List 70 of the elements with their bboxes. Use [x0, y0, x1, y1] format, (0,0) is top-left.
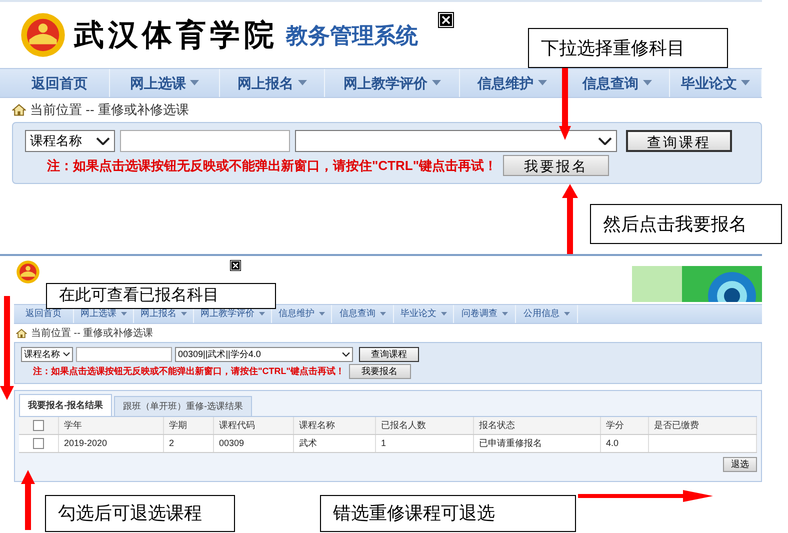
- warning-note: 注：如果点击选课按钮无反映或不能弹出新窗口，请按住"CTRL"键点击再试！: [33, 364, 345, 378]
- nav-item[interactable]: 信息维护: [278, 307, 324, 321]
- table-cell-text: 1: [381, 436, 386, 450]
- column-header: 学期: [164, 417, 214, 434]
- logo-icon: [20, 12, 66, 58]
- breadcrumb: 当前位置 -- 重修或补修选课: [30, 101, 189, 120]
- nav-item[interactable]: 网上选课: [80, 307, 126, 321]
- warning-note: 注：如果点击选课按钮无反映或不能弹出新窗口，请按住"CTRL"键点击再试！: [47, 156, 497, 175]
- nav-item[interactable]: 公用信息: [524, 307, 570, 321]
- table-cell-text: 2019-2020: [64, 436, 108, 450]
- nav-item[interactable]: 毕业论文: [400, 307, 446, 321]
- close-icon[interactable]: [230, 260, 241, 271]
- close-icon[interactable]: [438, 12, 454, 28]
- search-field[interactable]: [120, 130, 290, 152]
- nav-item[interactable]: 信息查询: [340, 307, 386, 321]
- arrow: [559, 68, 571, 140]
- withdraw-button[interactable]: 退选: [723, 457, 757, 472]
- course-select[interactable]: 00309||武术||学分4.0: [175, 347, 353, 362]
- chevron-icon: [342, 352, 350, 357]
- column-header: 课程名称: [294, 417, 376, 434]
- checkbox[interactable]: [33, 438, 44, 449]
- chevron-icon: [63, 352, 70, 357]
- apply-button[interactable]: 我要报名: [503, 155, 609, 176]
- search-field[interactable]: [76, 347, 172, 362]
- home-icon: [12, 103, 26, 117]
- callout-note: 在此可查看已报名科目: [46, 283, 276, 309]
- course-select[interactable]: [295, 130, 617, 152]
- column-header: 是否已缴费: [649, 417, 757, 434]
- nav-item[interactable]: 信息维护: [478, 72, 546, 94]
- column-header: 已报名人数: [376, 417, 474, 434]
- school-name: 武汉体育学院: [74, 16, 278, 54]
- arrow: [562, 184, 578, 254]
- column-header: 课程代码: [214, 417, 294, 434]
- nav-item[interactable]: 毕业论文: [681, 72, 750, 94]
- tab[interactable]: 跟班（单开班）重修-选课结果: [114, 396, 252, 416]
- checkbox[interactable]: [33, 420, 44, 431]
- nav-item[interactable]: 网上教学评价: [344, 72, 440, 94]
- table-cell-text: 00309: [219, 436, 244, 450]
- query-button[interactable]: 查询课程: [626, 130, 732, 152]
- query-button[interactable]: 查询课程: [359, 347, 419, 362]
- table-cell-text: 4.0: [606, 436, 619, 450]
- nav-item[interactable]: 返回首页: [26, 307, 62, 321]
- nav-item[interactable]: 返回首页: [32, 72, 88, 94]
- logo-icon: [16, 260, 40, 284]
- column-header: 报名状态: [474, 417, 601, 434]
- callout-note: 勾选后可退选课程: [45, 495, 235, 532]
- table-cell-text: 2: [169, 436, 174, 450]
- chevron-icon: [96, 136, 110, 146]
- tab[interactable]: 我要报名-报名结果: [19, 394, 112, 416]
- nav-item[interactable]: 网上报名: [140, 307, 186, 321]
- callout-note: 错选重修课程可退选: [320, 495, 576, 532]
- nav-item[interactable]: 问卷调查: [462, 307, 508, 321]
- field-select[interactable]: 课程名称: [21, 347, 73, 362]
- chevron-icon: [598, 136, 612, 146]
- home-icon: [16, 328, 27, 338]
- field-select[interactable]: 课程名称: [25, 130, 115, 152]
- column-header: 学分: [601, 417, 649, 434]
- column-header: 学年: [59, 417, 164, 434]
- nav-item[interactable]: 网上报名: [238, 72, 306, 94]
- table-cell-text: 已申请重修报名: [479, 436, 542, 450]
- table-cell-text: 武术: [299, 436, 317, 450]
- callout-note: 下拉选择重修科目: [528, 28, 728, 68]
- apply-button[interactable]: 我要报名: [348, 364, 411, 379]
- nav-item[interactable]: 网上选课: [130, 72, 199, 94]
- callout-note: 然后点击我要报名: [590, 204, 782, 244]
- system-name: 教务管理系统: [286, 22, 418, 50]
- breadcrumb: 当前位置 -- 重修或补修选课: [31, 326, 154, 340]
- nav-item[interactable]: 网上教学评价: [200, 307, 264, 321]
- arrow: [21, 470, 35, 530]
- nav-item[interactable]: 信息查询: [582, 72, 652, 94]
